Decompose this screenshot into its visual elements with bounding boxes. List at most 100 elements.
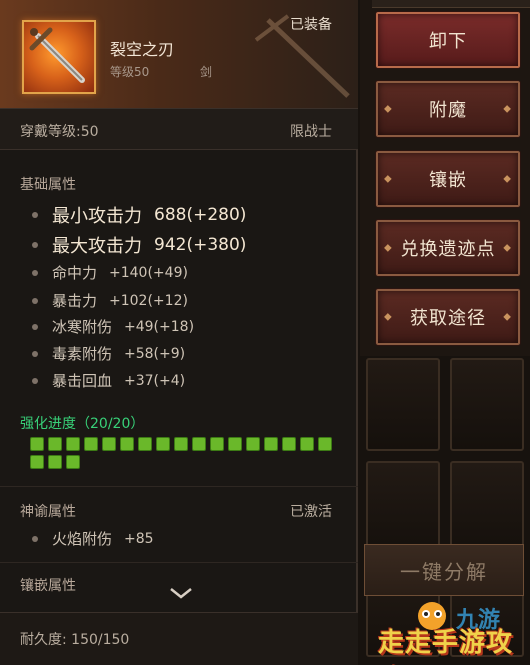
enhancement-pip: [84, 437, 98, 451]
bullet-icon: [32, 535, 38, 542]
site-watermark: 走走手游攻略: [378, 628, 514, 658]
enhancement-pip: [282, 437, 296, 451]
durability-value: 耐久度: 150/150: [20, 632, 130, 648]
ornament-icon: ◆: [503, 311, 512, 323]
enhancement-pip: [48, 455, 62, 469]
enhancement-progress: [30, 437, 340, 469]
bullet-icon: [32, 377, 38, 384]
bullet-icon: [32, 297, 38, 304]
enhancement-pip: [30, 455, 44, 469]
decompose-label: 一键分解: [400, 559, 488, 584]
enhancement-pip: [66, 455, 80, 469]
equipped-status: 已装备: [290, 17, 332, 33]
attribute-value: +58(+9): [124, 345, 186, 362]
bullet-icon: [32, 350, 38, 357]
inlay-button[interactable]: ◆ 镶嵌 ◆: [375, 150, 521, 208]
inlay-label: 镶嵌: [429, 170, 467, 191]
enhancement-pip: [264, 437, 278, 451]
class-restriction: 限战士: [290, 124, 332, 140]
exchange-relic-button[interactable]: ◆ 兑换遗迹点 ◆: [375, 219, 521, 277]
attribute-name: 暴击回血: [52, 372, 113, 390]
inventory-slot[interactable]: [366, 358, 440, 451]
ornament-icon: ◆: [503, 242, 512, 254]
enhancement-pip: [210, 437, 224, 451]
ornament-icon: ◆: [503, 173, 512, 185]
attribute-name: 最小攻击力: [52, 206, 142, 227]
inventory-slot[interactable]: [366, 461, 440, 554]
attribute-row: 最小攻击力 688(+280): [32, 202, 246, 228]
attribute-value: +49(+18): [124, 318, 195, 335]
attribute-row: 火焰附伤 +85: [32, 528, 154, 549]
item-level: 等级50: [110, 65, 150, 79]
durability-row: 耐久度: 150/150: [0, 612, 358, 665]
oracle-attributes-title: 神谕属性: [20, 504, 76, 520]
enhancement-pip: [318, 437, 332, 451]
exchange-label: 兑换遗迹点: [400, 239, 496, 260]
attribute-name: 火焰附伤: [52, 530, 113, 548]
attribute-value: +37(+4): [124, 372, 186, 389]
socket-attributes-title: 镶嵌属性: [20, 578, 76, 594]
enhancement-pip: [300, 437, 314, 451]
attribute-name: 毒素附伤: [52, 345, 113, 363]
attribute-row: 毒素附伤 +58(+9): [32, 343, 185, 364]
attribute-name: 最大攻击力: [52, 236, 142, 257]
enhancement-pip: [102, 437, 116, 451]
attribute-row: 暴击力 +102(+12): [32, 290, 188, 311]
oracle-status: 已激活: [290, 504, 332, 520]
bullet-icon: [32, 212, 38, 218]
attribute-row: 暴击回血 +37(+4): [32, 370, 185, 391]
inventory-slot[interactable]: [450, 358, 524, 451]
enhancement-pip: [48, 437, 62, 451]
enhancement-pip: [174, 437, 188, 451]
item-type: 剑: [200, 65, 213, 79]
attribute-name: 暴击力: [52, 292, 98, 310]
unequip-label: 卸下: [429, 31, 467, 52]
ornament-icon: ◆: [384, 173, 393, 185]
inventory-slot[interactable]: [450, 461, 524, 554]
ornament-icon: ◆: [503, 103, 512, 115]
chevron-down-icon[interactable]: [168, 585, 194, 601]
attribute-row: 最大攻击力 942(+380): [32, 232, 246, 258]
wear-level: 穿戴等级:50: [20, 124, 99, 140]
enhancement-pip: [246, 437, 260, 451]
unequip-button[interactable]: 卸下: [375, 11, 521, 69]
ornament-icon: ◆: [384, 311, 393, 323]
enhancement-pip: [30, 437, 44, 451]
attribute-value: 688(+280): [154, 205, 247, 225]
enhancement-pip: [66, 437, 80, 451]
bullet-icon: [32, 242, 38, 248]
item-icon-frame[interactable]: [22, 20, 96, 94]
bullet-icon: [32, 269, 38, 276]
enhancement-pip: [156, 437, 170, 451]
enchant-button[interactable]: ◆ 附魔 ◆: [375, 80, 521, 138]
item-name: 裂空之刃: [110, 40, 175, 59]
item-tooltip: 裂空之刃 等级50 剑 已装备 穿戴等级:50 限战士 基础属性 最小攻击力 6…: [0, 0, 358, 665]
attribute-row: 冰寒附伤 +49(+18): [32, 316, 194, 337]
ornament-icon: ◆: [384, 103, 393, 115]
source-label: 获取途径: [410, 308, 486, 329]
sword-icon: [29, 27, 85, 83]
enhancement-title: 强化进度（20/20）: [20, 416, 145, 432]
attribute-value: 942(+380): [154, 235, 247, 255]
attribute-name: 冰寒附伤: [52, 318, 113, 336]
attribute-value: +140(+49): [109, 264, 188, 281]
attribute-value: +85: [124, 530, 154, 547]
ornament-icon: ◆: [384, 242, 393, 254]
source-button[interactable]: ◆ 获取途径 ◆: [375, 288, 521, 346]
background-topbar: [372, 0, 530, 8]
divider: [0, 486, 358, 487]
divider: [0, 562, 358, 563]
enhancement-pip: [192, 437, 206, 451]
decompose-button[interactable]: 一键分解: [364, 544, 524, 596]
enhancement-pip: [120, 437, 134, 451]
attribute-row: 命中力 +140(+49): [32, 262, 188, 283]
enhancement-pip: [138, 437, 152, 451]
attribute-name: 命中力: [52, 264, 98, 282]
enchant-label: 附魔: [429, 100, 467, 121]
item-header: 裂空之刃 等级50 剑 已装备: [0, 0, 358, 108]
requirement-row: 穿戴等级:50 限战士: [0, 108, 358, 150]
bullet-icon: [32, 323, 38, 330]
attribute-value: +102(+12): [109, 292, 188, 309]
enhancement-pip: [228, 437, 242, 451]
base-attributes-title: 基础属性: [20, 177, 76, 193]
